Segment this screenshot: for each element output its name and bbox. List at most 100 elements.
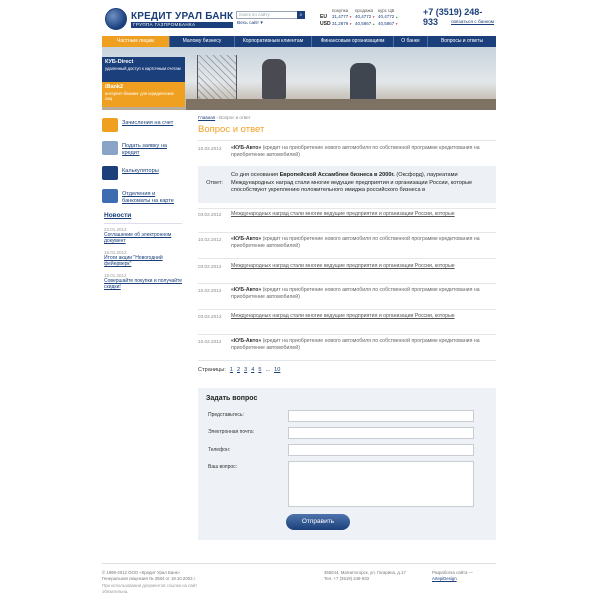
nav-item-faq[interactable]: Вопросы и ответы [428,36,496,47]
page-link[interactable]: 5 [258,367,261,373]
question-product: «КУБ-Авто» [231,287,262,293]
answer-pre: Со дня основания [231,172,280,178]
search-scope-select[interactable]: Весь сайт ▾ [237,21,263,26]
contact-bank-link[interactable]: связаться с банком [451,20,494,25]
page-link[interactable]: 3 [244,367,247,373]
page-link[interactable]: 4 [251,367,254,373]
banner-ground [186,99,496,110]
breadcrumb-home[interactable]: Главная [198,115,215,120]
document-icon [102,141,118,155]
page-link[interactable]: 10 [274,367,280,373]
sidebar-item-calculators[interactable]: Калькуляторы [102,166,182,180]
news-link[interactable]: Итоги акции "Новогодний фейерверк" [104,255,184,267]
divider [198,232,496,233]
phone-field[interactable] [288,444,474,456]
question-item[interactable]: 03.02.2012 Международных наград стали мн… [198,313,496,320]
search-button[interactable]: ⌕ [297,11,305,19]
sidebar-menu: Зачисления на счет Подать заявку на кред… [102,118,182,214]
divider [198,258,496,259]
question-text: «КУБ-Авто» (кредит на приобретение новог… [231,287,493,300]
question-body: (кредит на приобретение нового автомобил… [231,287,480,300]
news-link[interactable]: Соглашение об электронном документ [104,232,184,244]
nav-item-private[interactable]: Частным лицам [102,36,170,47]
question-text: «КУБ-Авто» (кредит на приобретение новог… [231,338,493,351]
news-divider [104,223,182,224]
submit-button[interactable]: Отправить [286,514,350,530]
bank-logo[interactable]: КРЕДИТ УРАЛ БАНК ГРУППА ГАЗПРОМБАНКА [105,8,234,30]
rates-header-sell: продажа [355,8,373,13]
search-icon: ⌕ [299,12,303,18]
question-text: Международных наград стали многие ведущи… [231,211,493,218]
calculator-icon [102,166,118,180]
nav-item-about[interactable]: О банке [394,36,428,47]
pagination-label: Страницы: [198,367,226,373]
rate-sell: 40,4772 [355,14,378,20]
question-date: 10.02.2012 [198,339,222,344]
question-product: «КУБ-Авто» [231,145,262,151]
ibank-title: iBank2 [105,84,124,90]
form-title: Задать вопрос [206,395,258,402]
news-list: 23.01.2012 Соглашение об электронном док… [104,227,184,296]
kub-direct-promo[interactable]: КУБ-Direct удаленный доступ к карточным … [102,57,185,82]
ibank-promo[interactable]: iBank2 интернет-банкинг для юридических … [102,82,185,107]
kub-direct-title: КУБ-Direct [105,59,134,65]
question-date: 10.02.2012 [198,146,222,151]
divider [198,140,496,141]
footer-developer: Разработка сайта — ArtepiDesign [432,570,496,582]
question-text: «КУБ-Авто» (кредит на приобретение новог… [231,236,493,249]
question-item[interactable]: 03.02.2012 Международных наград стали мн… [198,263,496,270]
question-item[interactable]: 10.02.2012 «КУБ-Авто» (кредит на приобре… [198,236,496,249]
name-field[interactable] [288,410,474,422]
search-input[interactable]: поиск по сайту [236,11,300,19]
pagination: Страницы: 1 2 3 4 5 ... 10 [198,367,280,373]
page-link[interactable]: 1 [230,367,233,373]
news-heading[interactable]: Новости [104,212,131,219]
rate-cb: 40,4772 [378,14,401,20]
email-field[interactable] [288,427,474,439]
logo-emblem-icon [105,8,127,30]
question-body: (кредит на приобретение нового автомобил… [231,338,480,351]
rate-row: USD 31,2879 40,5867 40,5867 [320,21,401,27]
answer-strong: Европейской Ассамблеи бизнеса в 2000г. [279,172,395,178]
nav-item-financial[interactable]: Финансовым организациям [312,36,394,47]
promo-boxes: КУБ-Direct удаленный доступ к карточным … [102,57,185,107]
divider [198,309,496,310]
question-body: (кредит на приобретение нового автомобил… [231,145,480,158]
logo-subtitle: ГРУППА ГАЗПРОМБАНКА [131,21,234,28]
divider [198,283,496,284]
footer-dev-link[interactable]: ArtepiDesign [432,576,496,582]
nav-item-small-business[interactable]: Малому бизнесу [170,36,235,47]
question-date: 10.02.2012 [198,288,222,293]
sidebar-item-deposits[interactable]: Зачисления на счет [102,118,182,132]
sidebar-item-map[interactable]: Отделения и банкоматы на карте [102,189,182,205]
divider [198,334,496,335]
question-date: 03.02.2012 [198,264,222,269]
news-link[interactable]: Совершайте покупки и получайте скидки! [104,278,184,290]
nav-item-corporate[interactable]: Корпоративным клиентам [235,36,312,47]
question-body: (кредит на приобретение нового автомобил… [231,236,480,249]
name-label: Представьтесь: [208,412,244,418]
question-body: Международных наград стали многие ведущи… [231,263,455,269]
page-title: Вопрос и ответ [198,124,265,135]
rate-buy: 31,2879 [332,21,355,27]
footer-tel: Тел. +7 (3519) 248-933 [324,576,370,581]
question-textarea[interactable] [288,461,474,507]
rate-buy: 31,4777 [332,14,355,20]
page: КРЕДИТ УРАЛ БАНК ГРУППА ГАЗПРОМБАНКА пои… [102,0,496,606]
sidebar-item-label: Отделения и банкоматы на карте [122,191,174,204]
sidebar-item-label: Подать заявку на кредит [122,143,168,156]
answer-text: Со дня основания Европейской Ассамблеи б… [231,172,491,203]
sidebar-item-label: Зачисления на счет [122,120,174,126]
question-item[interactable]: 10.02.2012 «КУБ-Авто» (кредит на приобре… [198,338,496,351]
logo-text: КРЕДИТ УРАЛ БАНК ГРУППА ГАЗПРОМБАНКА [131,11,234,28]
sidebar-item-credit[interactable]: Подать заявку на кредит [102,141,182,157]
question-item[interactable]: 10.02.2012 «КУБ-Авто» (кредит на приобре… [198,145,496,158]
footer-legal: © 1999-2012 ООО «Кредит Урал Банк» Генер… [102,570,222,595]
question-item[interactable]: 10.02.2012 «КУБ-Авто» (кредит на приобре… [198,287,496,300]
exchange-rates: покупка продажа курс ЦБ EU 31,4777 40,47… [320,8,401,27]
page-link[interactable]: 2 [237,367,240,373]
pagination-ellipsis: ... [265,367,271,373]
question-body: Международных наград стали многие ведущи… [231,313,455,319]
news-item: 23.01.2012 Соглашение об электронном док… [104,227,184,244]
question-item[interactable]: 03.02.2012 Международных наград стали мн… [198,211,496,218]
